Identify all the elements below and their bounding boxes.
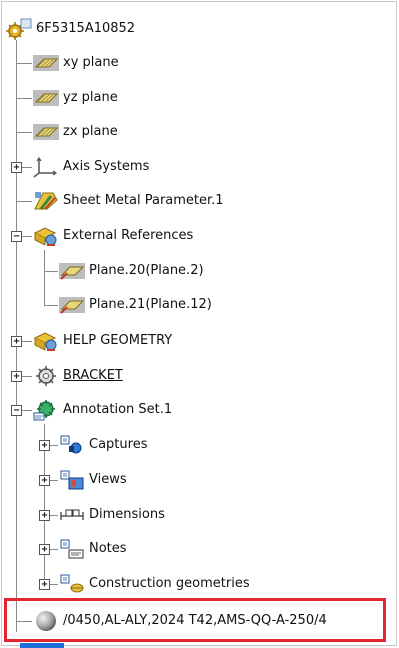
bracket-label: BRACKET [63, 368, 123, 383]
expand-toggle-dimensions[interactable]: + [39, 510, 50, 521]
tree-node-zx-plane[interactable]: zx plane [33, 117, 118, 147]
tree-node-plane-21[interactable]: Plane.21(Plane.12) [59, 290, 212, 320]
tree-node-notes[interactable]: Notes [59, 534, 127, 564]
views-label: Views [89, 472, 127, 487]
annotation-set-label: Annotation Set.1 [63, 402, 173, 417]
tree-branch-line [44, 305, 58, 306]
expand-toggle-help-geometry[interactable]: + [11, 336, 22, 347]
plane-icon [33, 124, 59, 140]
views-icon [60, 470, 84, 490]
captures-icon [60, 435, 82, 454]
tree-node-construction-geometries[interactable]: Construction geometries [59, 569, 250, 599]
axis-systems-label: Axis Systems [63, 159, 150, 174]
notes-icon [60, 539, 84, 559]
external-references-label: External References [63, 228, 194, 243]
material-label: /0450,AL-ALY,2024 T42,AMS-QQ-A-250/4 [63, 613, 327, 628]
tree-branch-line [16, 132, 32, 133]
tree-node-yz-plane[interactable]: yz plane [33, 83, 118, 113]
notes-label: Notes [89, 541, 127, 556]
plane-label: yz plane [63, 90, 118, 105]
geometry-set-icon [33, 332, 57, 351]
tree-node-external-references[interactable]: External References [33, 221, 193, 251]
axis-system-icon [33, 156, 58, 178]
tree-node-bracket[interactable]: BRACKET [33, 361, 123, 391]
body-icon [36, 366, 56, 386]
material-sphere-icon [36, 611, 56, 631]
tree-node-plane-20[interactable]: Plane.20(Plane.2) [59, 256, 204, 286]
part-gear-icon [6, 18, 32, 40]
dimensions-label: Dimensions [89, 507, 165, 522]
tree-sub-line [44, 250, 45, 306]
tree-branch-line [16, 98, 32, 99]
tree-node-captures[interactable]: Captures [59, 430, 147, 460]
help-geometry-label: HELP GEOMETRY [63, 333, 173, 348]
plane-20-label: Plane.20(Plane.2) [89, 263, 204, 278]
plane-icon [59, 263, 85, 280]
captures-label: Captures [89, 437, 148, 452]
tree-node-help-geometry[interactable]: HELP GEOMETRY [33, 326, 172, 356]
tree-node-material[interactable]: /0450,AL-ALY,2024 T42,AMS-QQ-A-250/4 [33, 606, 327, 636]
plane-label: xy plane [63, 55, 119, 70]
plane-21-label: Plane.21(Plane.12) [89, 297, 212, 312]
construction-geometries-label: Construction geometries [89, 576, 250, 591]
tree-branch-line [16, 201, 32, 202]
expand-toggle-notes[interactable]: + [39, 544, 50, 555]
expand-toggle-views[interactable]: + [39, 475, 50, 486]
tree-node-sheet-metal-parameter[interactable]: Sheet Metal Parameter.1 [33, 186, 224, 216]
scroll-indicator [20, 643, 64, 648]
annotation-set-icon [33, 400, 55, 421]
sheet-metal-icon [34, 192, 58, 210]
sheet-metal-parameter-label: Sheet Metal Parameter.1 [63, 193, 224, 208]
tree-branch-line [44, 271, 58, 272]
plane-icon [33, 90, 59, 106]
expand-toggle-captures[interactable]: + [39, 440, 50, 451]
expand-toggle-bracket[interactable]: + [11, 371, 22, 382]
expand-toggle-axis-systems[interactable]: + [11, 162, 22, 173]
tree-branch-line [16, 63, 32, 64]
tree-node-axis-systems[interactable]: Axis Systems [33, 152, 149, 182]
dimensions-icon [60, 509, 84, 520]
collapse-toggle-external-references[interactable]: − [11, 231, 22, 242]
plane-icon [59, 297, 85, 314]
construction-geometries-icon [60, 574, 84, 593]
external-references-icon [33, 227, 57, 246]
plane-label: zx plane [63, 124, 118, 139]
root-part-label: 6F5315A10852 [36, 21, 136, 36]
tree-node-annotation-set[interactable]: Annotation Set.1 [33, 395, 172, 425]
tree-node-root-part[interactable]: 6F5315A10852 [6, 14, 135, 44]
expand-toggle-construction-geometries[interactable]: + [39, 579, 50, 590]
tree-node-xy-plane[interactable]: xy plane [33, 48, 119, 78]
collapse-toggle-annotation-set[interactable]: − [11, 405, 22, 416]
plane-icon [33, 55, 59, 71]
tree-node-views[interactable]: Views [59, 465, 127, 495]
tree-node-dimensions[interactable]: Dimensions [59, 500, 165, 530]
